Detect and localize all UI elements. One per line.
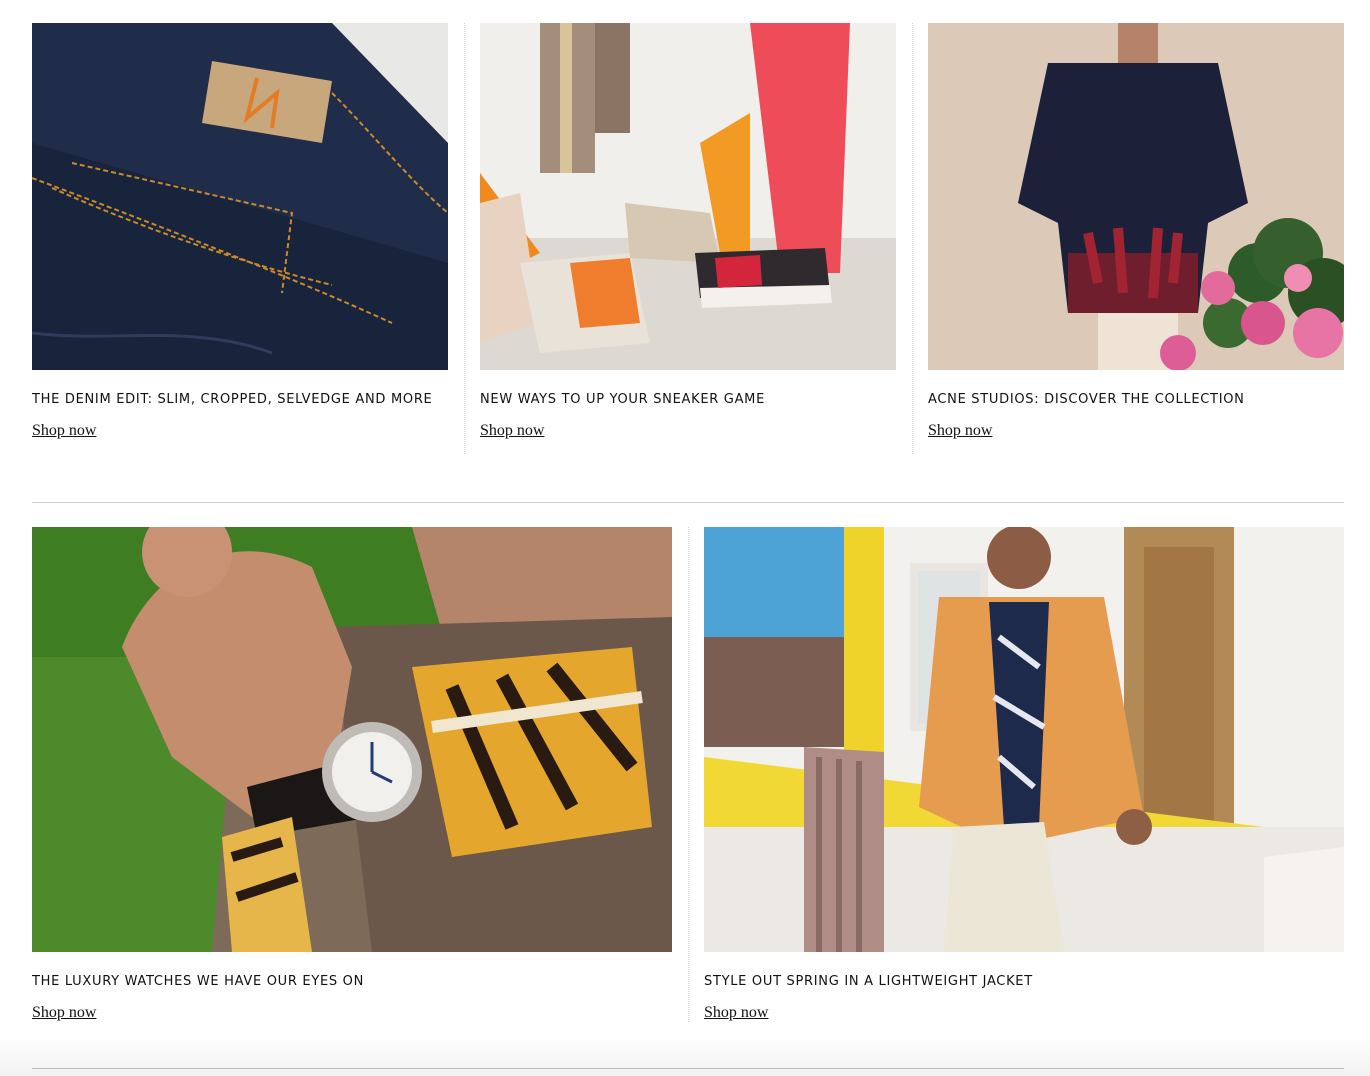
shop-now-link[interactable]: Shop now xyxy=(32,422,96,440)
watches-illustration xyxy=(32,527,672,952)
editorial-card-sneakers[interactable]: New Ways to Up Your Sneaker Game Shop no… xyxy=(480,23,896,454)
editorial-card-watches[interactable]: The Luxury Watches We Have Our Eyes On S… xyxy=(32,527,672,1022)
editorial-row-2: The Luxury Watches We Have Our Eyes On S… xyxy=(32,527,1344,1022)
bottom-fade xyxy=(0,1036,1370,1076)
bottom-divider xyxy=(32,1068,1344,1069)
acne-image[interactable] xyxy=(928,23,1344,370)
shop-now-link[interactable]: Shop now xyxy=(704,1004,768,1022)
watches-image[interactable] xyxy=(32,527,672,952)
editorial-row-1: The Denim Edit: Slim, Cropped, Selvedge … xyxy=(32,23,1344,454)
card-title: The Denim Edit: Slim, Cropped, Selvedge … xyxy=(32,392,433,407)
card-title: Style Out Spring in a Lightweight Jacket xyxy=(704,974,1033,989)
sneakers-image[interactable] xyxy=(480,23,896,370)
editorial-card-jacket[interactable]: Style Out Spring in a Lightweight Jacket… xyxy=(704,527,1344,1022)
jacket-illustration xyxy=(704,527,1344,952)
column-divider xyxy=(687,527,705,1022)
editorial-card-denim[interactable]: The Denim Edit: Slim, Cropped, Selvedge … xyxy=(32,23,448,454)
sneakers-illustration xyxy=(480,23,896,370)
card-title: New Ways to Up Your Sneaker Game xyxy=(480,392,765,407)
acne-illustration xyxy=(928,23,1344,370)
editorial-card-acne[interactable]: Acne Studios: Discover the Collection Sh… xyxy=(928,23,1344,454)
shop-now-link[interactable]: Shop now xyxy=(32,1004,96,1022)
denim-illustration xyxy=(32,23,448,370)
card-title: Acne Studios: Discover the Collection xyxy=(928,392,1245,407)
editorial-grid: The Denim Edit: Slim, Cropped, Selvedge … xyxy=(32,23,1344,1022)
shop-now-link[interactable]: Shop now xyxy=(480,422,544,440)
column-divider xyxy=(463,23,481,454)
jacket-image[interactable] xyxy=(704,527,1344,952)
column-divider xyxy=(911,23,929,454)
shop-now-link[interactable]: Shop now xyxy=(928,422,992,440)
denim-image[interactable] xyxy=(32,23,448,370)
card-title: The Luxury Watches We Have Our Eyes On xyxy=(32,974,365,989)
